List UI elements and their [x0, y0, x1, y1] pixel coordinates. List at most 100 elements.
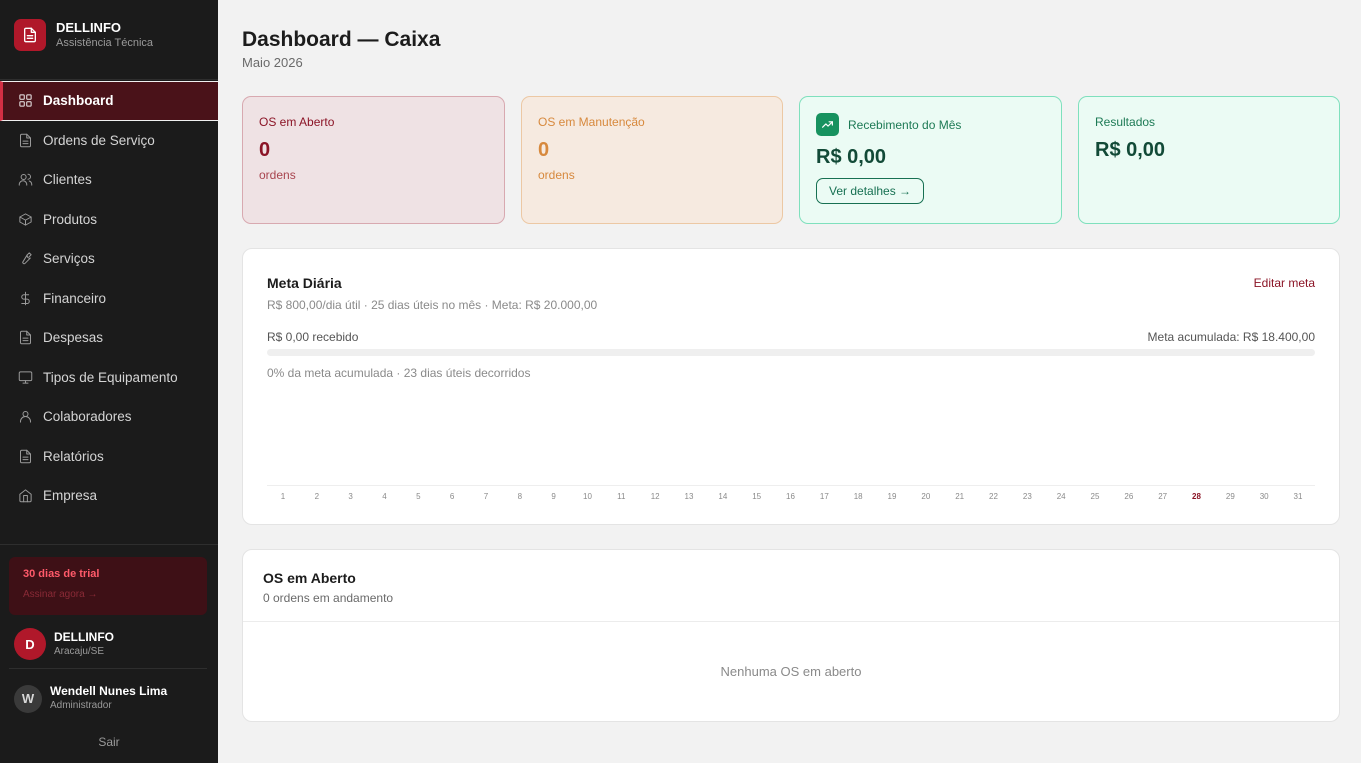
- page-subtitle: Maio 2026: [242, 55, 303, 70]
- subscribe-link[interactable]: Assinar agora →: [23, 589, 193, 600]
- company-location: Aracaju/SE: [54, 645, 105, 657]
- sidebar-item-ordens-de-servico[interactable]: Ordens de Serviço: [0, 121, 218, 161]
- sidebar-item-label: Despesas: [43, 330, 104, 346]
- card-label: Resultados: [1095, 115, 1156, 129]
- day-label-20: 20: [921, 492, 931, 501]
- day-label-25: 25: [1090, 492, 1100, 501]
- card-value: R$ 0,00: [1095, 139, 1166, 161]
- monitor-icon: [18, 370, 33, 385]
- sidebar-item-label: Empresa: [43, 488, 98, 504]
- sidebar-item-label: Relatórios: [43, 448, 104, 464]
- day-label-19: 19: [887, 492, 897, 501]
- card-os-maintenance[interactable]: OS em Manutenção 0 ordens: [521, 96, 783, 224]
- day-label-8: 8: [517, 492, 523, 501]
- sidebar-item-label: Dashboard: [43, 93, 114, 109]
- company-name: DELLINFO: [54, 629, 114, 644]
- user-name: Wendell Nunes Lima: [50, 684, 168, 698]
- card-value: 0: [259, 139, 271, 161]
- users-icon: [18, 172, 33, 187]
- sidebar-item-despesas[interactable]: Despesas: [0, 318, 218, 358]
- document-icon: [18, 330, 33, 345]
- sidebar-nav: Dashboard Ordens de Serviço Clientes Pro…: [0, 81, 218, 516]
- day-label-1: 1: [280, 492, 286, 501]
- daily-goal-subtitle: R$ 800,00/dia útil · 25 dias úteis no mê…: [267, 298, 598, 312]
- day-label-23: 23: [1022, 492, 1032, 501]
- day-label-28: 28: [1192, 492, 1201, 501]
- daily-goal-panel: Meta Diária R$ 800,00/dia útil · 25 dias…: [242, 248, 1340, 525]
- sidebar-item-label: Serviços: [43, 251, 95, 267]
- open-orders-title: OS em Aberto: [263, 570, 356, 586]
- company-avatar: D: [14, 628, 46, 660]
- card-monthly-receipts: Recebimento do Mês R$ 0,00 Ver detalhes …: [799, 96, 1062, 224]
- day-label-17: 17: [819, 492, 829, 501]
- day-label-22: 22: [989, 492, 998, 501]
- trial-title: 30 dias de trial: [23, 568, 100, 580]
- card-results[interactable]: Resultados R$ 0,00: [1078, 96, 1340, 224]
- card-os-open[interactable]: OS em Aberto 0 ordens: [242, 96, 505, 224]
- dollar-icon: [18, 291, 33, 306]
- goal-progress-note: 0% da meta acumulada · 23 dias úteis dec…: [267, 366, 531, 380]
- day-label-29: 29: [1225, 492, 1235, 501]
- user-role: Administrador: [50, 700, 112, 711]
- trial-banner: 30 dias de trial Assinar agora →: [9, 557, 207, 615]
- card-label: OS em Aberto: [259, 115, 335, 129]
- daily-chart: 1 2 3 4 5 6 7 8 9 10 11 12 13 14 15 16 17 18 19 20 21 22 23 24 2…: [267, 389, 1315, 507]
- day-label-4: 4: [382, 492, 387, 501]
- sidebar-item-label: Financeiro: [43, 290, 107, 306]
- sidebar-item-clientes[interactable]: Clientes: [0, 160, 218, 200]
- card-value: R$ 0,00: [816, 146, 887, 168]
- sidebar-item-dashboard[interactable]: Dashboard: [0, 81, 218, 121]
- day-label-3: 3: [348, 492, 353, 501]
- sidebar-item-label: Clientes: [43, 172, 92, 188]
- brand-subtitle: Assistência Técnica: [56, 37, 154, 49]
- sidebar-item-servicos[interactable]: Serviços: [0, 239, 218, 279]
- sidebar-item-relatorios[interactable]: Relatórios: [0, 437, 218, 477]
- document-icon: [18, 133, 33, 148]
- sidebar-item-label: Colaboradores: [43, 409, 132, 425]
- sidebar-divider: [0, 79, 218, 80]
- card-unit: ordens: [259, 168, 296, 182]
- view-details-button[interactable]: Ver detalhes →: [816, 178, 925, 204]
- sidebar-item-colaboradores[interactable]: Colaboradores: [0, 397, 218, 437]
- sidebar-item-label: Produtos: [43, 211, 98, 227]
- goal-progress-bar: [267, 349, 1315, 356]
- received-amount: R$ 0,00 recebido: [267, 330, 359, 344]
- page-title: Dashboard — Caixa: [242, 28, 441, 51]
- day-label-16: 16: [786, 492, 795, 501]
- day-label-6: 6: [449, 492, 455, 501]
- day-label-21: 21: [955, 492, 965, 501]
- accumulated-goal: Meta acumulada: R$ 18.400,00: [1147, 330, 1315, 344]
- card-value: 0: [538, 139, 550, 161]
- sidebar-item-label: Tipos de Equipamento: [43, 369, 178, 385]
- user-avatar: W: [14, 684, 42, 713]
- day-label-13: 13: [684, 492, 694, 501]
- user-icon: [18, 409, 33, 424]
- company-account[interactable]: D DELLINFO Aracaju/SE: [14, 628, 114, 660]
- day-label-26: 26: [1124, 492, 1134, 501]
- user-account[interactable]: W Wendell Nunes Lima Administrador: [14, 684, 167, 713]
- day-label-9: 9: [551, 492, 556, 501]
- box-icon: [18, 212, 33, 227]
- edit-goal-link[interactable]: Editar meta: [1254, 276, 1315, 290]
- sidebar-item-empresa[interactable]: Empresa: [0, 476, 218, 516]
- open-orders-panel: OS em Aberto 0 ordens em andamento Nenhu…: [242, 549, 1340, 722]
- brand-logo-icon: [14, 19, 46, 51]
- card-unit: ordens: [538, 168, 575, 182]
- day-label-5: 5: [416, 492, 421, 501]
- daily-goal-title: Meta Diária: [267, 275, 342, 291]
- sidebar-item-tipos-de-equipamento[interactable]: Tipos de Equipamento: [0, 358, 218, 398]
- day-label-31: 31: [1293, 492, 1303, 501]
- brand-name: DELLINFO: [56, 20, 121, 35]
- trending-up-icon: [816, 113, 839, 136]
- open-orders-divider: [243, 621, 1339, 622]
- sidebar-item-financeiro[interactable]: Financeiro: [0, 279, 218, 319]
- day-label-2: 2: [314, 492, 320, 501]
- logout-button[interactable]: Sair: [0, 735, 218, 749]
- sidebar-divider: [9, 668, 207, 669]
- chart-axis: [267, 485, 1315, 486]
- sidebar-item-produtos[interactable]: Produtos: [0, 200, 218, 240]
- document-icon: [18, 449, 33, 464]
- day-label-15: 15: [752, 492, 762, 501]
- day-label-12: 12: [650, 492, 660, 501]
- empty-state-message: Nenhuma OS em aberto: [720, 664, 862, 679]
